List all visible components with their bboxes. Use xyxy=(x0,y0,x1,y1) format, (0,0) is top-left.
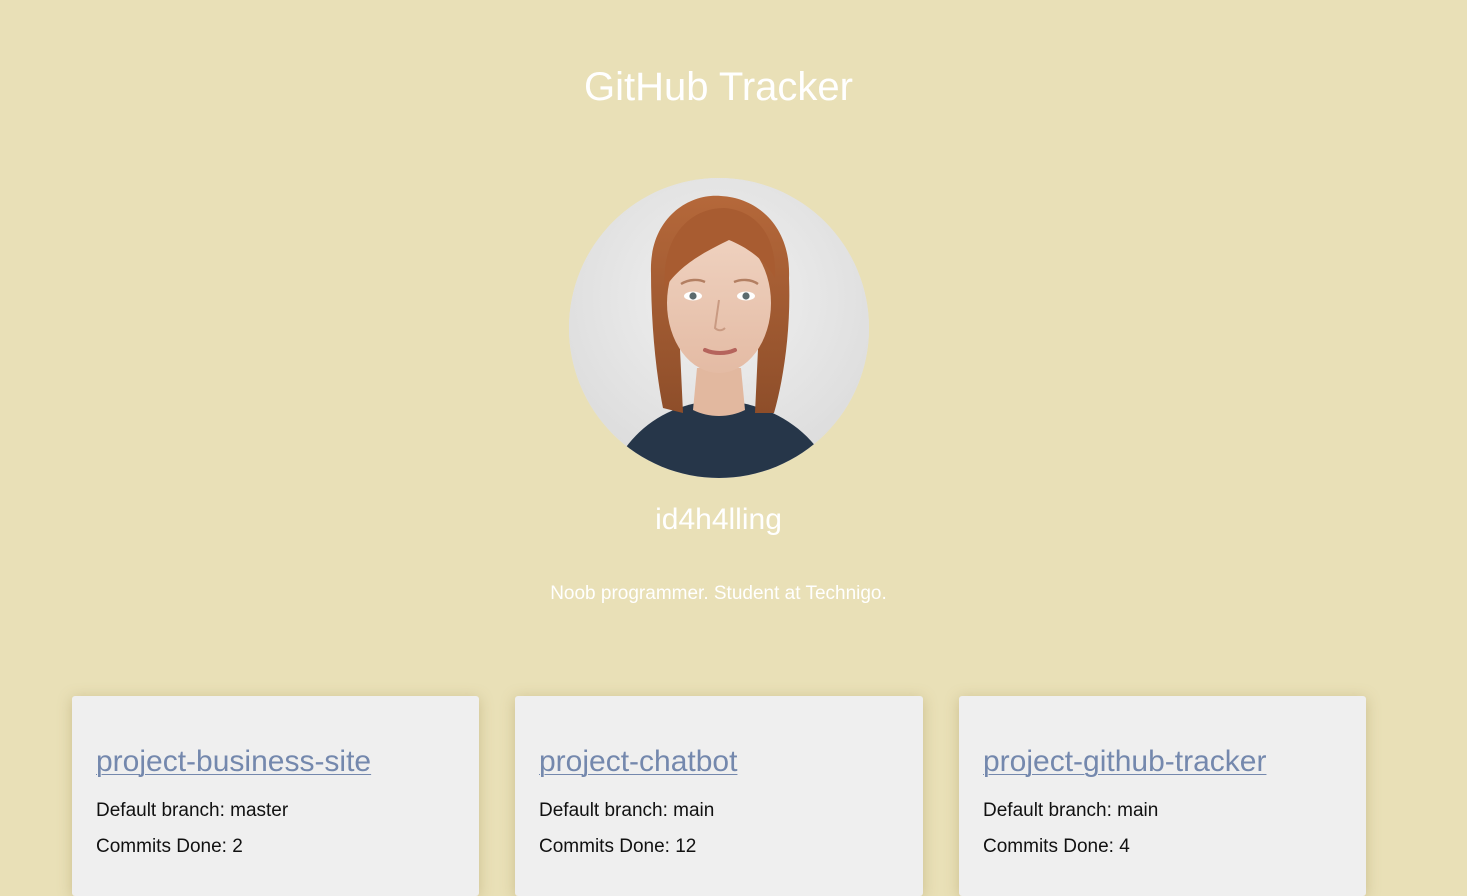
repo-commit-count: Commits Done: 12 xyxy=(539,836,697,857)
repo-link[interactable]: project-chatbot xyxy=(539,742,737,782)
username: id4h4lling xyxy=(655,503,782,536)
user-bio: Noob programmer. Student at Technigo. xyxy=(550,583,887,604)
repo-card: project-business-site Default branch: ma… xyxy=(72,696,479,896)
repo-default-branch: Default branch: main xyxy=(983,800,1159,821)
repo-card: project-github-tracker Default branch: m… xyxy=(959,696,1366,896)
avatar-photo xyxy=(569,178,869,478)
repo-commit-count: Commits Done: 4 xyxy=(983,836,1130,857)
repo-link[interactable]: project-github-tracker xyxy=(983,742,1266,782)
repo-default-branch: Default branch: master xyxy=(96,800,289,821)
repo-default-branch: Default branch: main xyxy=(539,800,715,821)
repo-commit-count: Commits Done: 2 xyxy=(96,836,243,857)
repo-link[interactable]: project-business-site xyxy=(96,742,371,782)
page-title: GitHub Tracker xyxy=(584,65,853,109)
repo-card: project-chatbot Default branch: main Com… xyxy=(515,696,923,896)
avatar xyxy=(569,178,869,478)
